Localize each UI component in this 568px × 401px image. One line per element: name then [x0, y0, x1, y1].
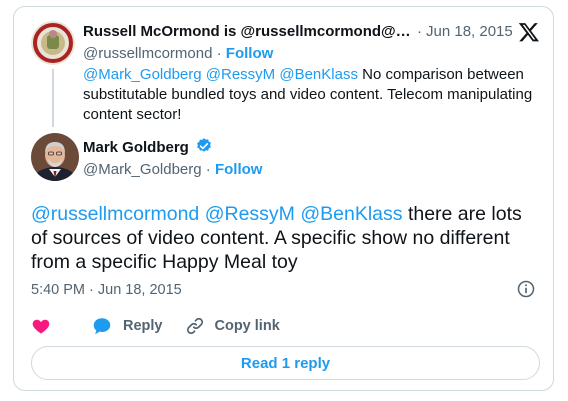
parent-author-name[interactable]: Russell McOrmond is @russellmcormond@s…	[83, 21, 413, 43]
parent-date[interactable]: Jun 18, 2015	[426, 23, 513, 40]
author-name[interactable]: Mark Goldberg	[83, 139, 189, 156]
copy-link-label: Copy link	[214, 318, 280, 334]
tweet-embed-card: Russell McOrmond is @russellmcormond@s… ·…	[13, 6, 554, 391]
read-replies-label: Read 1 reply	[240, 354, 331, 372]
author-handle[interactable]: @Mark_Goldberg	[83, 161, 202, 178]
parent-sub-line: @russellmcormond · Follow	[83, 45, 274, 62]
parent-tweet-text: @Mark_Goldberg @RessyM @BenKlass No comp…	[83, 65, 533, 125]
mention-link[interactable]: @russellmcormond	[31, 203, 199, 225]
heart-icon	[32, 319, 50, 334]
x-logo-icon[interactable]	[518, 21, 540, 43]
tweet-timestamp[interactable]: 5:40 PM · Jun 18, 2015	[31, 280, 182, 300]
mention-link[interactable]: @Mark_Goldberg	[83, 66, 202, 83]
parent-avatar[interactable]	[31, 21, 75, 65]
info-icon[interactable]	[516, 279, 536, 299]
link-icon	[186, 317, 203, 335]
parent-header: Russell McOrmond is @russellmcormond@s… ·…	[83, 21, 543, 43]
verified-badge-icon	[197, 138, 211, 152]
tweet-text: @russellmcormond @RessyM @BenKlass there…	[31, 202, 541, 274]
speech-bubble-icon	[93, 318, 111, 335]
mention-link[interactable]: @BenKlass	[300, 203, 402, 225]
author-sub-line: @Mark_Goldberg · Follow	[83, 161, 263, 178]
author-avatar[interactable]	[31, 133, 79, 181]
like-button[interactable]	[31, 316, 61, 336]
parent-follow-button[interactable]: Follow	[226, 45, 274, 62]
reply-label: Reply	[123, 318, 163, 334]
mention-link[interactable]: @RessyM	[206, 66, 275, 83]
read-replies-button[interactable]: Read 1 reply	[31, 346, 540, 380]
mention-link[interactable]: @RessyM	[205, 203, 295, 225]
author-name-line: Mark Goldberg	[83, 137, 213, 159]
mention-link[interactable]: @BenKlass	[279, 66, 358, 83]
follow-button[interactable]: Follow	[215, 161, 263, 178]
copy-link-button[interactable]: Copy link	[185, 316, 280, 336]
parent-handle[interactable]: @russellmcormond	[83, 45, 212, 62]
thread-connector-line	[52, 69, 54, 127]
reply-button[interactable]: Reply	[91, 315, 163, 337]
tweet-actions-bar: Reply Copy link	[31, 314, 302, 338]
